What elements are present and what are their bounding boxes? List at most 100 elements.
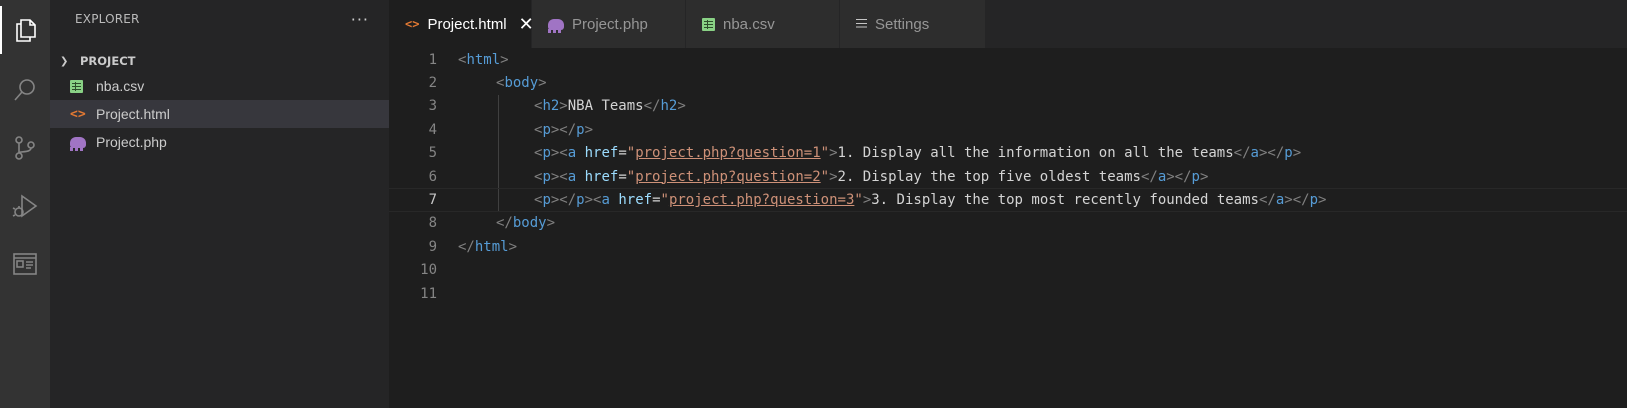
code-token: ></ [550, 121, 577, 138]
extensions-icon[interactable] [0, 240, 50, 288]
code-token: > [546, 215, 556, 232]
code-token: </ [1258, 192, 1276, 209]
code-token: " [820, 168, 830, 185]
code-token: " [820, 145, 830, 162]
code-token: a [1250, 145, 1259, 162]
code-token: html [466, 51, 501, 68]
code-token: > [1292, 145, 1302, 162]
code-token: >< [550, 168, 568, 185]
csv-icon [702, 17, 715, 31]
code-token: h2 [542, 98, 560, 115]
code-token: p [576, 192, 585, 209]
code-line[interactable]: 3 <h2>NBA Teams</h2> [389, 94, 1627, 119]
csv-icon [70, 78, 92, 94]
settings-icon [856, 19, 867, 29]
folder-header-project[interactable]: ❯ PROJECT [50, 50, 389, 72]
code-token: a [601, 192, 610, 209]
activity-bar [0, 0, 50, 408]
code-token: > [584, 121, 594, 138]
code-token: p [1191, 168, 1200, 185]
code-line[interactable]: 7 <p></p><a href="project.php?question=3"… [389, 188, 1627, 212]
file-item-nba-csv[interactable]: nba.csv [50, 72, 389, 100]
code-token: = [618, 168, 627, 185]
line-number: 10 [420, 262, 437, 279]
code-token: > [508, 238, 518, 255]
code-token: href [618, 192, 653, 209]
code-line[interactable]: 2 <body> [389, 71, 1627, 94]
code-text: <p><a href="project.php?question=2">2. D… [534, 169, 1208, 185]
html-icon: <> [70, 106, 86, 122]
line-number: 1 [428, 51, 437, 68]
file-item-project-php[interactable]: Project.php [50, 128, 389, 156]
more-actions-icon[interactable]: ··· [351, 10, 369, 29]
code-token: </ [1140, 168, 1158, 185]
code-text: <h2>NBA Teams</h2> [534, 98, 686, 114]
indent-guide [498, 164, 499, 189]
tab-settings[interactable]: Settings [840, 0, 986, 48]
code-token: p [542, 145, 551, 162]
code-line[interactable]: 8 </body> [389, 212, 1627, 235]
line-number: 9 [428, 238, 437, 255]
code-token: body [512, 215, 547, 232]
code-text: <body> [496, 75, 547, 91]
code-text: </html> [458, 239, 517, 255]
source-control-icon[interactable] [0, 124, 50, 172]
code-token: p [576, 121, 585, 138]
code-token: 1. Display all the information on all th… [837, 145, 1234, 162]
indent-guide [498, 94, 499, 119]
indent-guide [498, 141, 499, 165]
code-token: > [829, 168, 838, 185]
code-line[interactable]: 11 [389, 282, 1627, 305]
code-token: 2. Display the top five oldest teams [837, 168, 1141, 185]
line-number: 2 [428, 75, 437, 92]
code-line[interactable]: 9 </html> [389, 235, 1627, 258]
line-number: 5 [428, 145, 437, 162]
editor-area: <> Project.html ✕ Project.php nba.csv Se… [389, 0, 1627, 408]
code-token: href [584, 145, 619, 162]
tab-project-html[interactable]: <> Project.html ✕ [389, 0, 534, 48]
code-token: > [1199, 168, 1209, 185]
code-line[interactable]: 10 [389, 259, 1627, 282]
code-token: 3. Display the top most recently founded… [871, 192, 1259, 209]
run-debug-icon[interactable] [0, 182, 50, 230]
code-token: p [1284, 145, 1293, 162]
folder-name: PROJECT [80, 54, 136, 68]
indent-guide [498, 118, 499, 142]
line-number: 3 [428, 98, 437, 115]
code-token: > [829, 145, 838, 162]
file-name: Project.html [96, 106, 170, 122]
code-text: <p><a href="project.php?question=1">1. D… [534, 145, 1301, 161]
indent-guide [498, 189, 499, 211]
code-token: project.php?question=1 [635, 145, 821, 162]
tab-label: nba.csv [723, 15, 775, 33]
code-token: ></ [550, 192, 577, 209]
code-token: > [559, 98, 568, 115]
code-token: = [618, 145, 627, 162]
code-line[interactable]: 1 <html> [389, 48, 1627, 71]
code-token: ></ [1258, 145, 1285, 162]
code-token: </ [496, 215, 513, 232]
code-token: </ [1233, 145, 1251, 162]
explorer-title: EXPLORER [75, 12, 140, 26]
code-token: > [500, 51, 509, 68]
line-number: 8 [428, 215, 437, 232]
file-item-project-html[interactable]: <> Project.html [50, 100, 389, 128]
code-token: a [567, 145, 577, 162]
code-token: >< [550, 145, 568, 162]
file-name: Project.php [96, 134, 167, 150]
code-line[interactable]: 5 <p><a href="project.php?question=1">1. … [389, 141, 1627, 165]
code-token: > [677, 98, 686, 115]
code-line[interactable]: 4 <p></p> [389, 118, 1627, 142]
file-name: nba.csv [96, 78, 145, 94]
line-number: 7 [428, 192, 437, 209]
tab-project-php[interactable]: Project.php [532, 0, 686, 48]
code-line[interactable]: 6 <p><a href="project.php?question=2">2. … [389, 164, 1627, 189]
code-editor[interactable]: 1 <html> 2 <body> 3 <h2>NBA Teams</h2> 4 <p></p… [389, 48, 1627, 305]
code-token: > [538, 75, 547, 92]
code-token: ></ [1284, 192, 1310, 209]
explorer-icon[interactable] [0, 6, 50, 54]
tab-nba-csv[interactable]: nba.csv [686, 0, 840, 48]
search-icon[interactable] [0, 66, 50, 114]
